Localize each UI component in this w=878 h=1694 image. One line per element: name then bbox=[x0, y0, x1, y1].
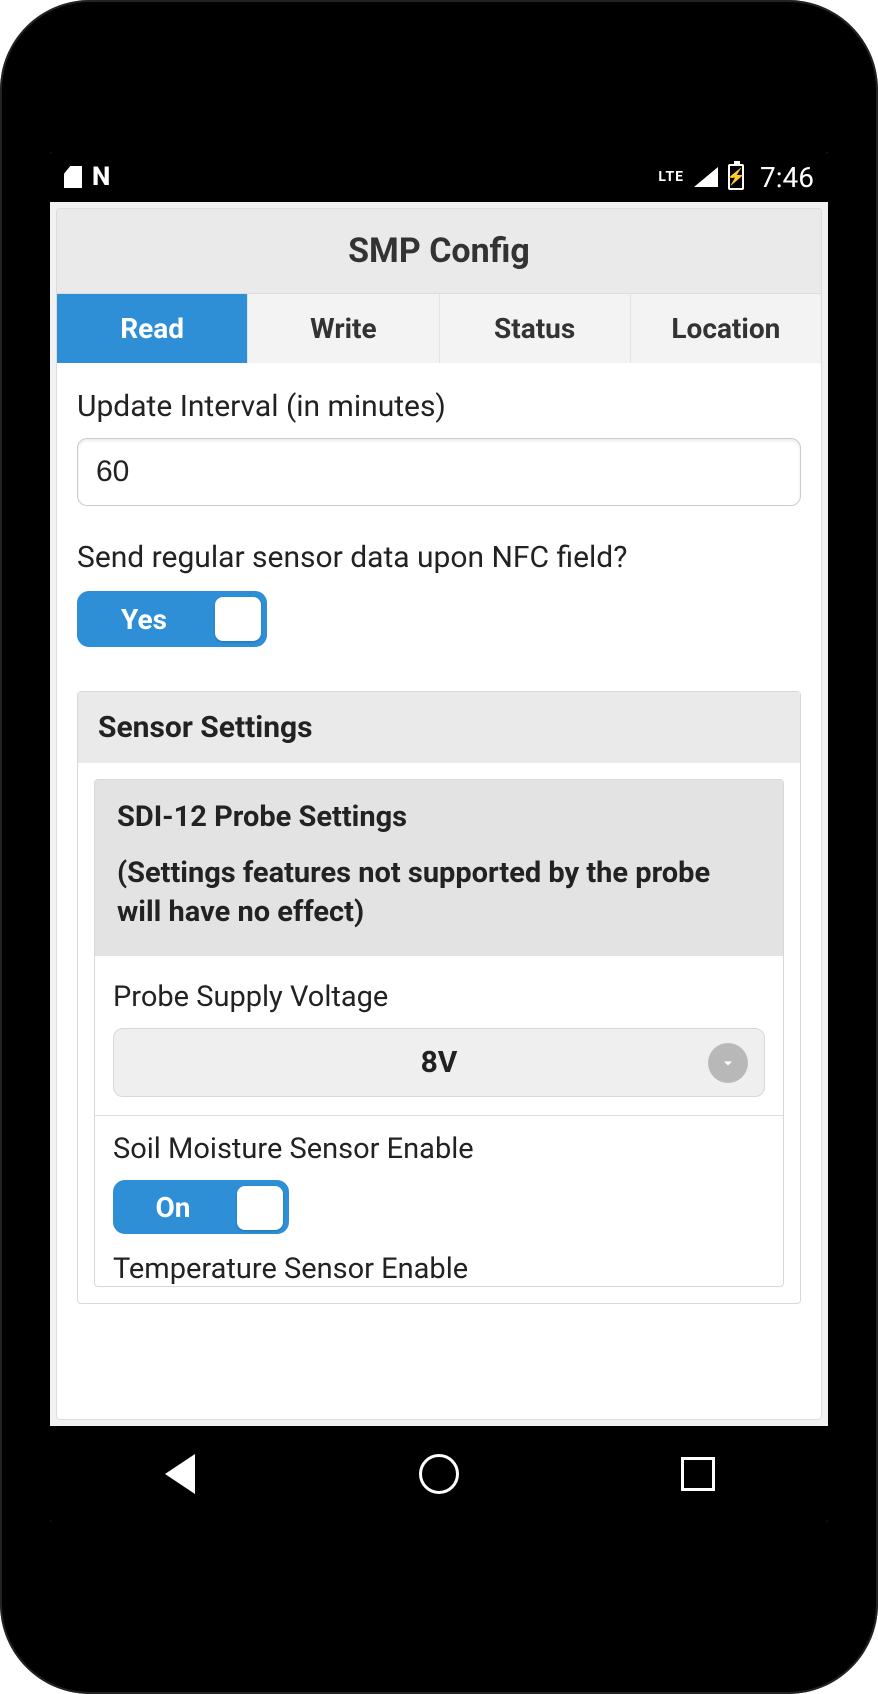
back-button[interactable] bbox=[158, 1452, 202, 1496]
tab-read[interactable]: Read bbox=[57, 294, 248, 363]
recent-button[interactable] bbox=[676, 1452, 720, 1496]
update-interval-input[interactable] bbox=[77, 438, 801, 506]
nfc-toggle-label: Yes bbox=[79, 603, 209, 636]
content[interactable]: Update Interval (in minutes) Send regula… bbox=[57, 363, 821, 1419]
temperature-label: Temperature Sensor Enable bbox=[113, 1252, 765, 1286]
toggle-knob bbox=[215, 597, 261, 641]
supply-voltage-label: Probe Supply Voltage bbox=[113, 980, 765, 1014]
update-interval-label: Update Interval (in minutes) bbox=[77, 389, 801, 424]
sensor-settings-title: Sensor Settings bbox=[78, 692, 800, 763]
tab-location[interactable]: Location bbox=[631, 294, 821, 363]
home-icon bbox=[419, 1454, 459, 1494]
battery-icon: ⚡ bbox=[728, 164, 744, 190]
probe-settings-note: (Settings features not supported by the … bbox=[117, 854, 761, 932]
network-type: LTE bbox=[658, 169, 684, 185]
recent-icon bbox=[681, 1457, 715, 1491]
nfc-toggle[interactable]: Yes bbox=[77, 591, 267, 647]
divider bbox=[95, 1115, 783, 1116]
app-wrap: SMP Config Read Write Status Location Up… bbox=[50, 202, 828, 1426]
android-nav-bar bbox=[50, 1426, 828, 1522]
back-icon bbox=[165, 1454, 195, 1494]
tab-bar: Read Write Status Location bbox=[57, 294, 821, 363]
screen: N LTE ⚡ 7:46 SMP Config Read Write Statu… bbox=[50, 152, 828, 1522]
soil-moisture-label: Soil Moisture Sensor Enable bbox=[113, 1132, 765, 1166]
clock: 7:46 bbox=[760, 161, 814, 194]
tab-write[interactable]: Write bbox=[248, 294, 439, 363]
n-icon: N bbox=[92, 162, 108, 192]
nfc-question: Send regular sensor data upon NFC field? bbox=[77, 540, 801, 575]
sd-card-icon bbox=[64, 166, 82, 188]
probe-settings-card: SDI-12 Probe Settings (Settings features… bbox=[94, 779, 784, 1287]
supply-voltage-value: 8V bbox=[421, 1045, 458, 1080]
phone-frame: N LTE ⚡ 7:46 SMP Config Read Write Statu… bbox=[0, 0, 878, 1694]
toggle-knob bbox=[237, 1186, 283, 1230]
sensor-settings-section: Sensor Settings SDI-12 Probe Settings (S… bbox=[77, 691, 801, 1304]
app-card: SMP Config Read Write Status Location Up… bbox=[56, 208, 822, 1420]
soil-moisture-toggle[interactable]: On bbox=[113, 1180, 289, 1234]
chevron-down-icon bbox=[708, 1043, 748, 1083]
status-bar: N LTE ⚡ 7:46 bbox=[50, 152, 828, 202]
home-button[interactable] bbox=[417, 1452, 461, 1496]
tab-status[interactable]: Status bbox=[440, 294, 631, 363]
supply-voltage-select[interactable]: 8V bbox=[113, 1028, 765, 1097]
soil-moisture-toggle-label: On bbox=[115, 1191, 231, 1224]
app-title: SMP Config bbox=[57, 209, 821, 294]
probe-settings-title: SDI-12 Probe Settings bbox=[117, 800, 761, 834]
signal-icon bbox=[694, 167, 718, 187]
